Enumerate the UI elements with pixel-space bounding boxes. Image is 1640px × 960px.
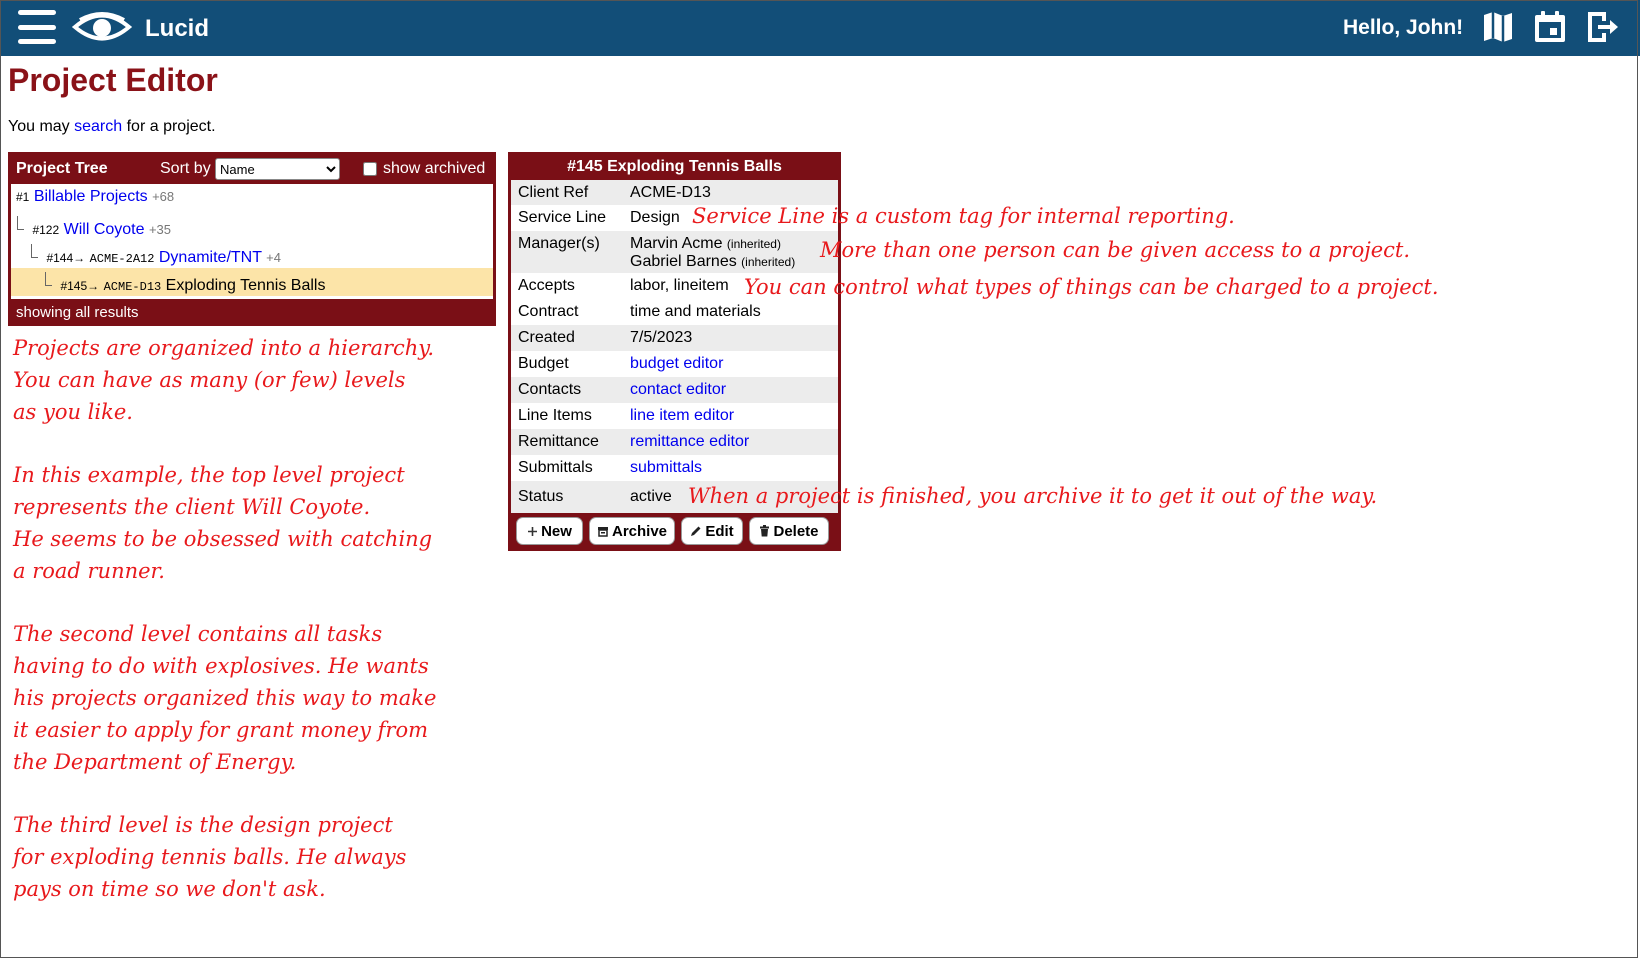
tree-row-will-coyote[interactable]: #122 Will Coyote +35 [11, 212, 493, 240]
show-archived-checkbox[interactable] [363, 162, 377, 176]
tree-row-number: #122 [32, 223, 60, 237]
tree-row-count: +68 [152, 189, 175, 204]
detail-row-remittance: Remittance remittance editor [511, 429, 838, 455]
tree-row-client-ref: ACME-2A12 [89, 252, 155, 266]
project-tree-panel: Project Tree Sort by Name show archived … [8, 152, 496, 326]
detail-row-submittals: Submittals submittals [511, 455, 838, 481]
detail-label: Contract [518, 303, 579, 320]
contact-editor-link[interactable]: contact editor [630, 381, 726, 399]
tree-row-link[interactable]: Will Coyote [64, 221, 145, 238]
new-button-label: New [541, 522, 572, 540]
detail-value: Marvin Acme (inherited) Gabriel Barnes (… [630, 235, 795, 271]
detail-row-contacts: Contacts contact editor [511, 377, 838, 403]
detail-label: Accepts [518, 277, 575, 294]
annotation-hierarchy: Projects are organized into a hierarchy.… [13, 336, 435, 424]
show-archived-toggle[interactable]: show archived [363, 160, 485, 178]
detail-label: Contacts [518, 381, 582, 398]
tree-results-status: showing all results [16, 304, 139, 321]
manager-inherited-note: (inherited) [726, 237, 781, 251]
new-button[interactable]: New [516, 517, 583, 545]
manager-inherited-note: (inherited) [741, 255, 796, 269]
project-tree-title: Project Tree [16, 160, 108, 177]
tree-connector [45, 272, 52, 286]
detail-label: Line Items [518, 407, 592, 424]
detail-value: Design [630, 209, 680, 226]
project-details-title: #145 Exploding Tennis Balls [567, 158, 782, 175]
logout-icon[interactable] [1584, 9, 1620, 45]
plus-icon [528, 526, 538, 536]
project-tree-list: #1 Billable Projects +68 #122 Will Coyot… [11, 184, 493, 299]
tree-row-count: +4 [266, 250, 281, 265]
delete-button-label: Delete [773, 522, 819, 540]
detail-label: Submittals [518, 459, 593, 476]
detail-label: Status [518, 488, 564, 505]
tree-row-number: #145→ [60, 279, 100, 293]
detail-label: Client Ref [518, 184, 589, 201]
budget-editor-link[interactable]: budget editor [630, 355, 723, 373]
annotation-accepts: You can control what types of things can… [744, 275, 1439, 299]
detail-label: Budget [518, 355, 569, 372]
detail-label: Created [518, 329, 575, 346]
annotation-status: When a project is finished, you archive … [688, 484, 1378, 508]
annotation-second-level: The second level contains all tasks havi… [13, 622, 437, 774]
annotation-managers: More than one person can be given access… [820, 238, 1411, 262]
detail-row-managers: Manager(s) Marvin Acme (inherited) Gabri… [511, 231, 838, 273]
line-item-editor-link[interactable]: line item editor [630, 407, 734, 425]
eye-logo-icon[interactable] [72, 6, 132, 48]
annotation-service-line: Service Line is a custom tag for interna… [692, 204, 1235, 228]
detail-value: 7/5/2023 [630, 329, 693, 346]
edit-button[interactable]: Edit [681, 517, 743, 545]
archive-button[interactable]: Archive [589, 517, 675, 545]
search-intro: You may search for a project. [8, 118, 216, 136]
map-icon[interactable] [1480, 9, 1516, 45]
tree-row-client-ref: ACME-D13 [103, 280, 162, 294]
hamburger-menu-icon[interactable] [18, 10, 56, 44]
calendar-icon[interactable] [1532, 9, 1568, 45]
detail-row-line-items: Line Items line item editor [511, 403, 838, 429]
detail-label: Service Line [518, 209, 607, 226]
tree-row-billable-projects[interactable]: #1 Billable Projects +68 [11, 184, 493, 212]
tree-row-number: #144→ [46, 251, 86, 265]
annotation-top-level: In this example, the top level project r… [13, 463, 433, 583]
submittals-link[interactable]: submittals [630, 459, 702, 477]
annotation-third-level: The third level is the design project fo… [13, 813, 407, 901]
manager-name: Gabriel Barnes [630, 253, 737, 270]
sort-by-select[interactable]: Name [215, 158, 340, 180]
detail-row-created: Created 7/5/2023 [511, 325, 838, 351]
project-tree-header: Project Tree Sort by Name show archived [8, 152, 496, 184]
detail-label: Remittance [518, 433, 599, 450]
edit-button-label: Edit [705, 522, 734, 540]
detail-label: Manager(s) [518, 235, 600, 252]
remittance-editor-link[interactable]: remittance editor [630, 433, 749, 451]
tree-row-dynamite-tnt[interactable]: #144→ ACME-2A12 Dynamite/TNT +4 [11, 240, 493, 268]
tree-connector [31, 244, 38, 258]
detail-value: active [630, 488, 672, 505]
tree-row-exploding-tennis-balls[interactable]: #145→ ACME-D13 Exploding Tennis Balls [11, 268, 493, 296]
tree-row-count: +35 [148, 222, 172, 237]
trash-icon [760, 525, 770, 537]
pencil-icon [691, 526, 701, 536]
search-link[interactable]: search [74, 118, 122, 135]
sort-by-label: Sort by [160, 160, 211, 177]
user-greeting: Hello, John! [1343, 16, 1464, 39]
manager-name: Marvin Acme [630, 235, 723, 252]
detail-value: time and materials [630, 303, 761, 320]
show-archived-label: show archived [383, 160, 486, 177]
app-brand[interactable]: Lucid [145, 15, 209, 43]
tree-row-link[interactable]: Billable Projects [34, 188, 148, 205]
tree-row-number: #1 [16, 190, 30, 204]
delete-button[interactable]: Delete [749, 517, 829, 545]
top-bar: Lucid Hello, John! [0, 0, 1640, 56]
page-title: Project Editor [8, 62, 218, 98]
project-action-bar: New Archive Edit Delete [508, 513, 841, 551]
detail-value: labor, lineitem [630, 277, 729, 294]
tree-row-name: Exploding Tennis Balls [165, 277, 326, 294]
archive-box-icon [597, 527, 608, 537]
archive-button-label: Archive [611, 522, 668, 540]
tree-row-link[interactable]: Dynamite/TNT [159, 249, 262, 266]
intro-text-before: You may [8, 118, 75, 135]
detail-row-budget: Budget budget editor [511, 351, 838, 377]
intro-text-after: for a project. [122, 118, 216, 135]
tree-connector [17, 216, 24, 230]
